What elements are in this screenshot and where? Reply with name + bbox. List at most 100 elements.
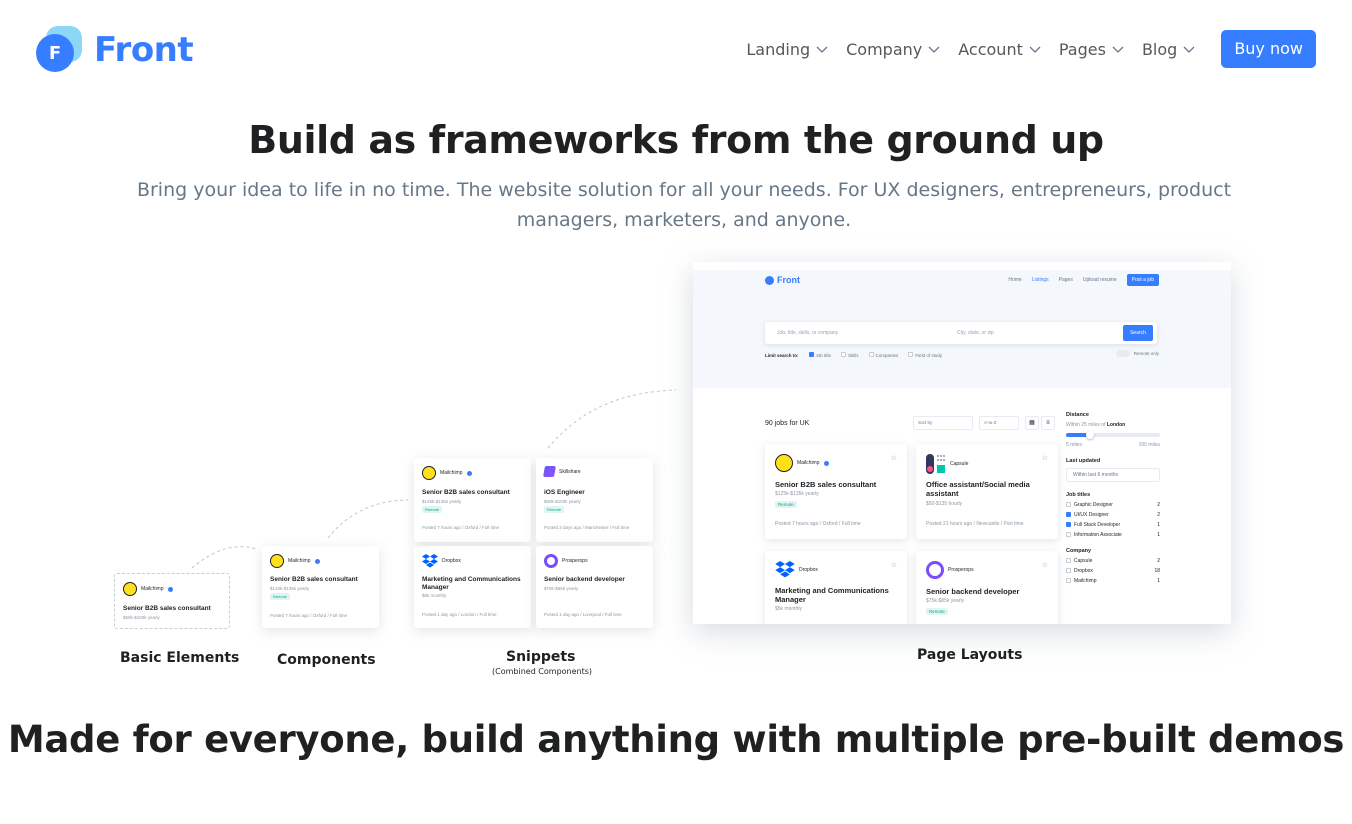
- card-company: Mailchimp: [422, 466, 472, 480]
- company-name: Mailchimp: [797, 460, 820, 466]
- star-icon: ☆: [1041, 455, 1048, 462]
- verified-icon: [466, 470, 472, 476]
- filter-option-label: Mailchimp: [1074, 578, 1097, 584]
- job-footer: Posted 3 days ago / Manchester / Full ti…: [544, 525, 630, 530]
- remote-badge: Remote: [544, 506, 565, 513]
- company-name: Prosperops: [562, 558, 588, 564]
- preview-remote-toggle: Remote only: [1115, 350, 1159, 357]
- company-name: Mailchimp: [440, 470, 463, 476]
- preview-nav: Home Listings Pages Upload resume Post a…: [1008, 274, 1159, 286]
- capsule-icon: [926, 454, 945, 474]
- preview-filter-sidebar: Distance Within 25 miles of London 5 mil…: [1066, 412, 1160, 588]
- limit-option: Field of study: [915, 353, 943, 358]
- dropbox-icon: [422, 554, 438, 568]
- mailchimp-icon: [123, 582, 137, 596]
- job-salary: $125k-$135k yearly: [775, 491, 819, 497]
- page-layout-preview: Front Home Listings Pages Upload resume …: [693, 262, 1231, 624]
- job-salary: $6k monthly: [422, 593, 447, 598]
- caption-snippets: Snippets: [506, 649, 576, 665]
- card-company: Skillshare: [543, 466, 581, 477]
- filter-option-label: Graphic Designer: [1074, 502, 1113, 508]
- filter-option-count: 1: [1157, 578, 1160, 584]
- preview-job-card: Mailchimp ☆ Senior B2B sales consultant …: [765, 444, 907, 539]
- job-title: Senior B2B sales consultant: [422, 489, 510, 496]
- caption-components: Components: [277, 652, 376, 668]
- job-title: iOS Engineer: [544, 489, 585, 496]
- job-footer: Posted 21 hours ago / Newcastle / Part t…: [926, 521, 1024, 527]
- filter-option-label: UI/UX Designer: [1074, 512, 1109, 518]
- filter-option: UI/UX Designer 2: [1066, 512, 1160, 518]
- dropbox-icon: [775, 561, 795, 578]
- job-salary: $75k-$85k yearly: [926, 598, 965, 604]
- job-footer: Posted 7 hours ago / Oxford / Full time: [775, 521, 861, 527]
- filter-option-label: Full Stack Developer: [1074, 522, 1121, 528]
- company-name: Dropbox: [799, 566, 818, 573]
- preview-jobs-count: 90 jobs for UK: [765, 420, 810, 427]
- connector-line: [547, 389, 677, 449]
- filter-option: Information Associate 1: [1066, 532, 1160, 538]
- card-company: Mailchimp: [775, 454, 829, 472]
- remote-badge: Remote: [270, 593, 291, 600]
- distance-range: 5 miles 100 miles: [1066, 442, 1160, 448]
- filter-option-count: 2: [1157, 512, 1160, 518]
- mailchimp-icon: [270, 554, 284, 568]
- job-salary: $50-$135 hourly: [926, 501, 963, 507]
- company-name: Capsule: [950, 461, 969, 467]
- distance-city: London: [1106, 422, 1126, 428]
- limit-option: Skills: [848, 353, 859, 358]
- filter-option: Capsule 2: [1066, 558, 1160, 564]
- grid-view-icon: ▦: [1025, 416, 1039, 430]
- preview-post-job-button: Post a job: [1126, 274, 1159, 286]
- card-company: Mailchimp: [123, 582, 173, 596]
- snippet-card: Prosperops Senior backend developer $75k…: [536, 546, 653, 628]
- verified-icon: [167, 586, 173, 592]
- filter-option-count: 1: [1157, 522, 1160, 528]
- distance-slider: [1066, 431, 1160, 439]
- job-salary: $50k-$100k yearly: [544, 499, 581, 504]
- job-footer: Posted 1 day ago / Liverpool / Full time: [544, 612, 622, 617]
- company-name: Mailchimp: [141, 586, 164, 592]
- connector-line: [327, 499, 409, 539]
- preview-job-card: Dropbox ☆ Marketing and Communications M…: [765, 551, 907, 624]
- job-salary: $5k monthly: [775, 606, 802, 612]
- preview-search-what: Job, title, skills, or company: [777, 330, 839, 336]
- job-title: Senior B2B sales consultant: [775, 480, 877, 489]
- snippet-card: Mailchimp Senior B2B sales consultant $1…: [414, 458, 531, 542]
- filter-option-count: 1: [1157, 532, 1160, 538]
- distance-within: Within 25 miles of: [1066, 422, 1106, 428]
- prosperops-icon: [926, 561, 944, 579]
- caption-snippets-sub: (Combined Components): [492, 667, 593, 676]
- skillshare-icon: [543, 466, 556, 477]
- company-name: Skillshare: [559, 468, 581, 475]
- job-salary: $75k-$85k yearly: [544, 586, 579, 591]
- mailchimp-icon: [422, 466, 436, 480]
- preview-job-card: Capsule ☆ Office assistant/Social media …: [916, 444, 1058, 539]
- job-footer: Posted 7 hours ago / Oxford / Full time: [422, 525, 500, 530]
- filter-heading: Job titles: [1066, 492, 1091, 498]
- connector-line: [191, 546, 259, 569]
- filter-option-count: 2: [1157, 502, 1160, 508]
- preview-job-card: Prosperops ☆ Senior backend developer $7…: [916, 551, 1058, 624]
- company-name: Dropbox: [442, 558, 461, 564]
- card-company: Capsule: [926, 454, 968, 474]
- filter-option-label: Dropbox: [1074, 568, 1093, 574]
- job-title: Senior B2B sales consultant: [270, 576, 358, 583]
- company-name: Mailchimp: [288, 558, 311, 564]
- prosperops-icon: [544, 554, 558, 568]
- filter-option: Mailchimp 1: [1066, 578, 1160, 584]
- caption-page-layouts: Page Layouts: [917, 647, 1023, 663]
- filter-heading: Distance: [1066, 412, 1089, 418]
- preview-logo-text: Front: [777, 275, 800, 285]
- preview-nav-item: Upload resume: [1082, 277, 1117, 283]
- preview-search-where: City, state, or zip: [957, 330, 994, 336]
- last-updated-select: Within last 6 months: [1066, 468, 1160, 482]
- remote-badge: Remote: [775, 501, 797, 508]
- preview-search-bar: Job, title, skills, or company City, sta…: [765, 322, 1157, 344]
- preview-nav-item: Pages: [1058, 277, 1073, 283]
- job-footer: Posted 7 hours ago / Oxford / Full time: [270, 613, 348, 618]
- mailchimp-icon: [775, 454, 793, 472]
- logo-icon: [765, 275, 774, 285]
- verified-icon: [823, 460, 829, 466]
- card-company: Dropbox: [422, 554, 461, 568]
- job-title: Marketing and Communications Manager: [422, 576, 521, 591]
